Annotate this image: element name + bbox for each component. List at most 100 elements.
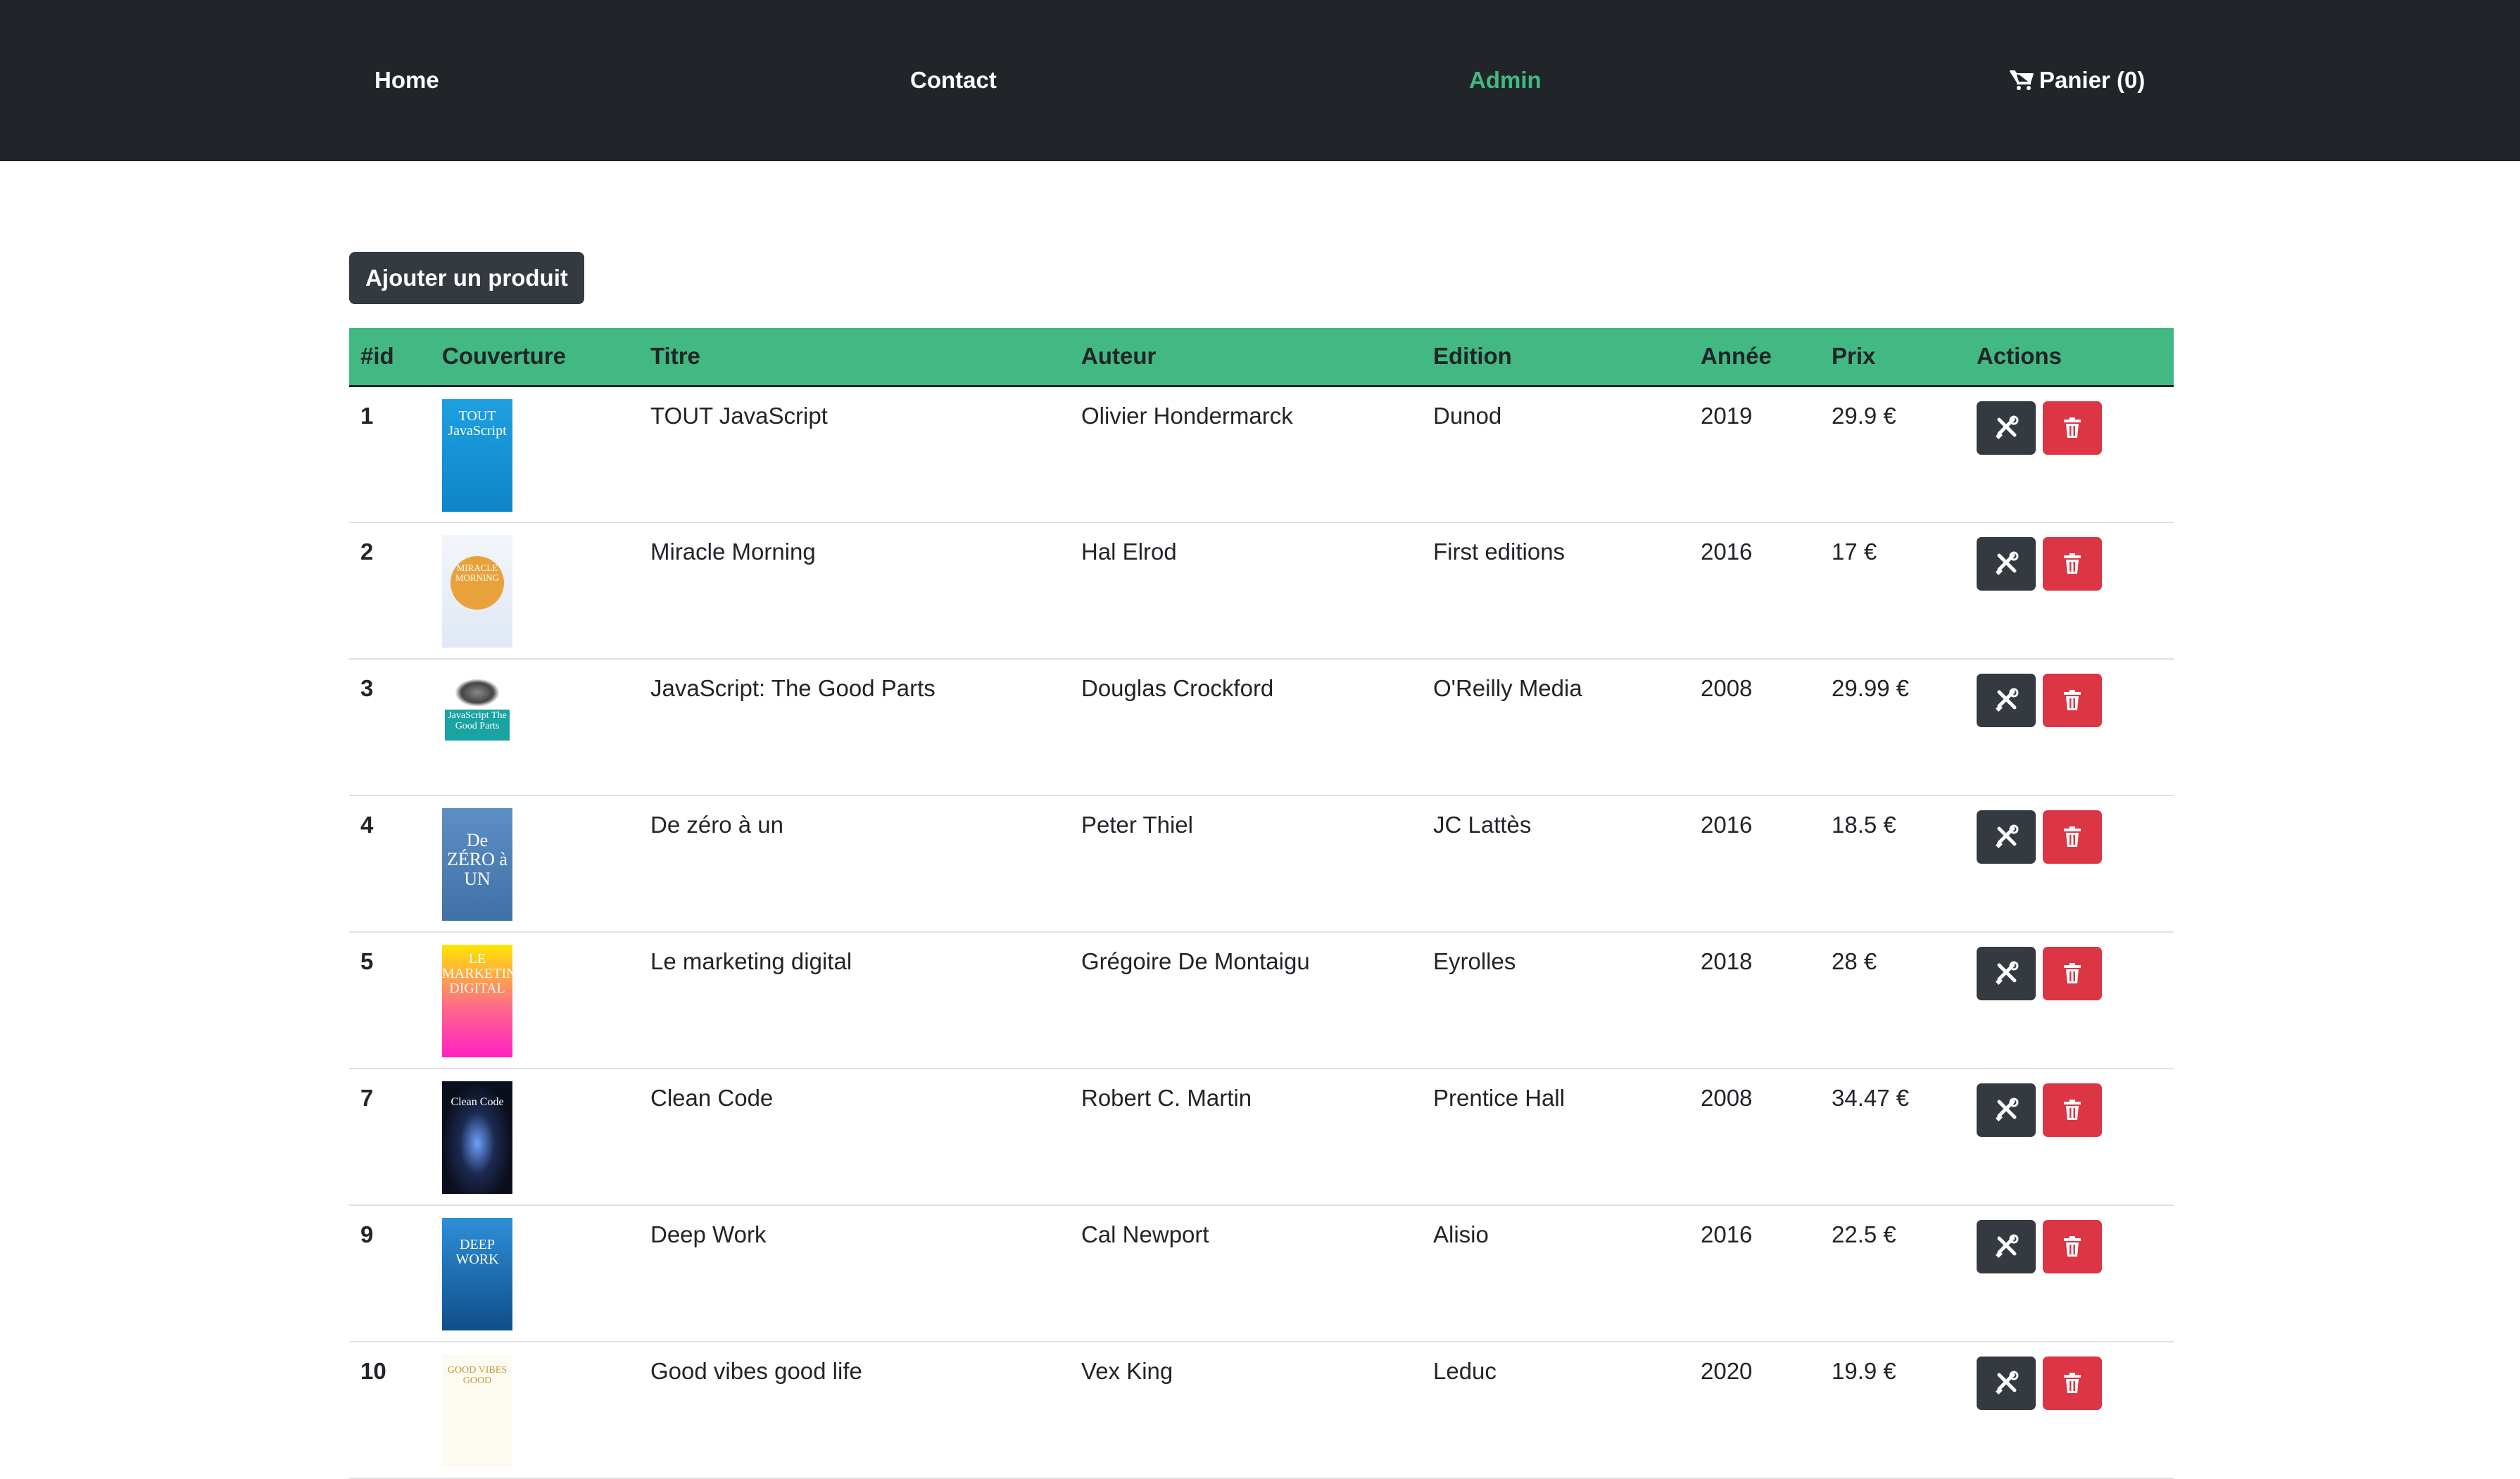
cell-title: Good vibes good life bbox=[650, 1358, 862, 1384]
cell-id: 3 bbox=[360, 675, 374, 701]
table-row: 5 LE MARKETING DIGITAL Le marketing digi… bbox=[349, 932, 2174, 1069]
table-header: #id Couverture Titre Auteur Edition Anné… bbox=[349, 328, 2174, 387]
navbar: Home Contact Admin Panier (0) bbox=[0, 0, 2520, 161]
cover-butterfly bbox=[455, 679, 500, 707]
cell-year: 2019 bbox=[1701, 402, 1753, 429]
cell-price: 19.9 € bbox=[1832, 1358, 1896, 1384]
shopping-cart-icon bbox=[2010, 70, 2034, 90]
tools-icon bbox=[1996, 688, 2019, 712]
nav-admin-link[interactable]: Admin bbox=[1469, 66, 1542, 94]
cell-actions bbox=[1965, 795, 2174, 932]
cell-cover: JavaScript The Good Parts bbox=[431, 659, 639, 795]
delete-button[interactable] bbox=[2043, 1220, 2102, 1273]
cell-actions bbox=[1965, 1205, 2174, 1342]
cell-actions bbox=[1965, 1342, 2174, 1478]
edit-button[interactable] bbox=[1977, 537, 2036, 591]
cell-id: 2 bbox=[360, 539, 374, 565]
col-header-title: Titre bbox=[639, 328, 1070, 387]
book-cover-image: GOOD VIBES GOOD bbox=[442, 1354, 512, 1467]
products-table-wrapper: #id Couverture Titre Auteur Edition Anné… bbox=[349, 328, 2174, 1479]
cell-author: Hal Elrod bbox=[1081, 539, 1177, 565]
trash-icon bbox=[2064, 553, 2081, 574]
delete-button[interactable] bbox=[2043, 810, 2102, 864]
cell-year: 2008 bbox=[1701, 1085, 1753, 1111]
cell-title: Le marketing digital bbox=[650, 948, 852, 974]
table-row: 1 TOUT JavaScript TOUT JavaScript Olivie… bbox=[349, 386, 2174, 522]
book-cover-image: TOUT JavaScript bbox=[442, 398, 512, 512]
trash-icon bbox=[2064, 1373, 2081, 1393]
cell-id: 1 bbox=[360, 402, 374, 429]
edit-button[interactable] bbox=[1977, 1083, 2036, 1137]
cell-title: De zéro à un bbox=[650, 812, 783, 838]
cell-year: 2020 bbox=[1701, 1358, 1753, 1384]
row-actions bbox=[1977, 537, 2174, 591]
table-body: 1 TOUT JavaScript TOUT JavaScript Olivie… bbox=[349, 386, 2174, 1478]
table-row: 3 JavaScript The Good Parts JavaScript: … bbox=[349, 659, 2174, 795]
cell-cover: TOUT JavaScript bbox=[431, 386, 639, 522]
delete-button[interactable] bbox=[2043, 1357, 2102, 1410]
cell-actions bbox=[1965, 1069, 2174, 1205]
edit-button[interactable] bbox=[1977, 1357, 2036, 1410]
cell-price: 29.9 € bbox=[1832, 402, 1896, 429]
cell-actions bbox=[1965, 659, 2174, 795]
edit-button[interactable] bbox=[1977, 401, 2036, 455]
cell-edition: Alisio bbox=[1433, 1221, 1489, 1247]
table-row: 10 GOOD VIBES GOOD Good vibes good life … bbox=[349, 1342, 2174, 1478]
col-header-price: Prix bbox=[1820, 328, 1965, 387]
delete-button[interactable] bbox=[2043, 947, 2102, 1000]
cell-id: 7 bbox=[360, 1085, 374, 1111]
col-header-author: Auteur bbox=[1070, 328, 1422, 387]
cell-price: 22.5 € bbox=[1832, 1221, 1896, 1247]
trash-icon bbox=[2064, 417, 2081, 438]
cell-edition: First editions bbox=[1433, 539, 1565, 565]
nav-cart-link[interactable]: Panier (0) bbox=[2010, 66, 2145, 94]
nav-contact-link[interactable]: Contact bbox=[910, 66, 997, 94]
book-cover-image: De ZÉRO à UN bbox=[442, 808, 512, 921]
cart-label: Panier (0) bbox=[2039, 67, 2146, 93]
table-row: 7 Clean Code Clean Code Robert C. Martin… bbox=[349, 1069, 2174, 1205]
tools-icon bbox=[1996, 1371, 2019, 1395]
cell-author: Douglas Crockford bbox=[1081, 675, 1274, 701]
col-header-year: Année bbox=[1689, 328, 1820, 387]
row-actions bbox=[1977, 401, 2174, 455]
edit-button[interactable] bbox=[1977, 947, 2036, 1000]
book-cover-image: MIRACLE MORNING bbox=[442, 535, 512, 648]
cell-id: 5 bbox=[360, 948, 374, 974]
row-actions bbox=[1977, 810, 2174, 864]
cover-text: Clean Code bbox=[451, 1096, 504, 1108]
cell-actions bbox=[1965, 522, 2174, 659]
add-product-button[interactable]: Ajouter un produit bbox=[349, 252, 584, 304]
cell-title: Deep Work bbox=[650, 1221, 767, 1247]
cell-edition: Dunod bbox=[1433, 402, 1502, 429]
cell-author: Grégoire De Montaigu bbox=[1081, 948, 1310, 974]
tools-icon bbox=[1996, 1234, 2019, 1258]
trash-icon bbox=[2064, 690, 2081, 710]
cover-text: LE MARKETING DIGITAL bbox=[442, 951, 512, 996]
cell-author: Robert C. Martin bbox=[1081, 1085, 1252, 1111]
col-header-edition: Edition bbox=[1422, 328, 1689, 387]
cover-text: DEEP WORK bbox=[455, 1237, 499, 1267]
tools-icon bbox=[1996, 551, 2019, 575]
edit-button[interactable] bbox=[1977, 1220, 2036, 1273]
trash-icon bbox=[2064, 826, 2081, 847]
cell-edition: Leduc bbox=[1433, 1358, 1497, 1384]
cover-text: GOOD VIBES GOOD bbox=[447, 1365, 508, 1386]
delete-button[interactable] bbox=[2043, 401, 2102, 455]
edit-button[interactable] bbox=[1977, 674, 2036, 727]
delete-button[interactable] bbox=[2043, 1083, 2102, 1137]
trash-icon bbox=[2064, 1236, 2081, 1257]
cell-edition: O'Reilly Media bbox=[1433, 675, 1582, 701]
cell-actions bbox=[1965, 386, 2174, 522]
book-cover-image: Clean Code bbox=[442, 1081, 512, 1194]
cell-year: 2016 bbox=[1701, 1221, 1753, 1247]
cell-author: Vex King bbox=[1081, 1358, 1173, 1384]
cell-actions bbox=[1965, 932, 2174, 1069]
cell-price: 34.47 € bbox=[1832, 1085, 1910, 1111]
edit-button[interactable] bbox=[1977, 810, 2036, 864]
products-table: #id Couverture Titre Auteur Edition Anné… bbox=[349, 328, 2174, 1479]
col-header-id: #id bbox=[349, 328, 431, 387]
delete-button[interactable] bbox=[2043, 674, 2102, 727]
cell-id: 10 bbox=[360, 1358, 386, 1384]
nav-home-link[interactable]: Home bbox=[374, 66, 439, 94]
delete-button[interactable] bbox=[2043, 537, 2102, 591]
